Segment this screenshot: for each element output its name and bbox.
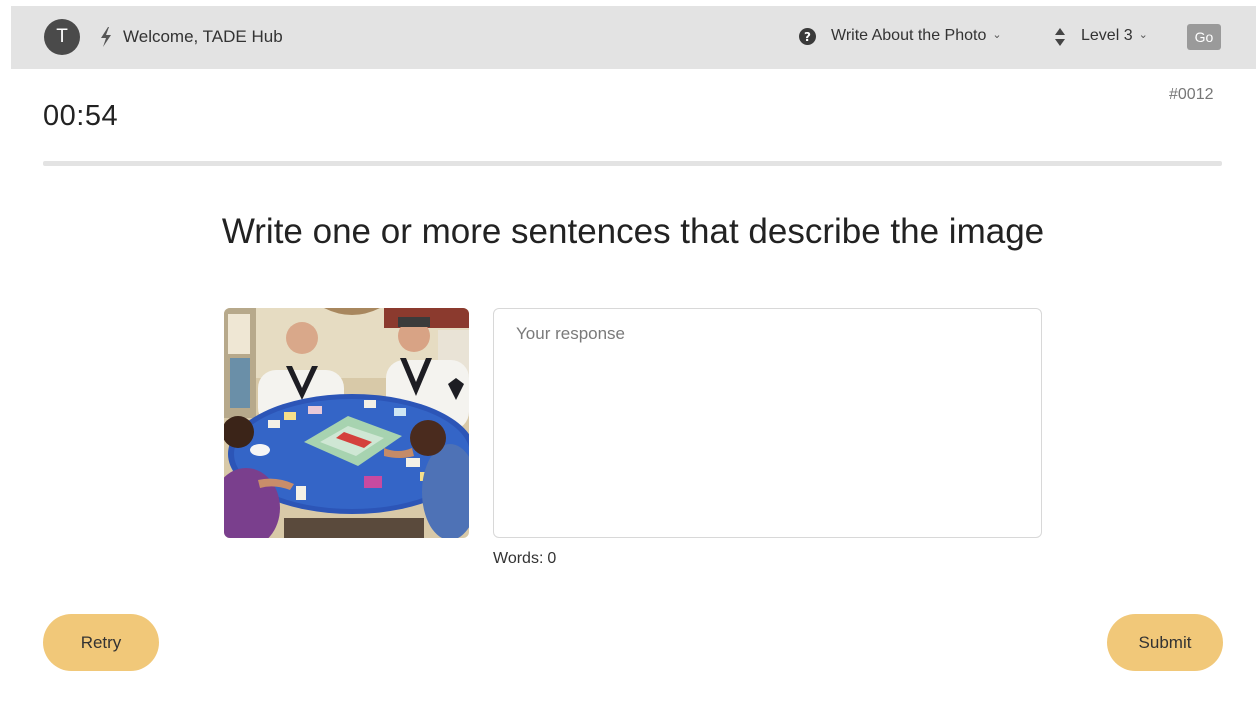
level-select[interactable]: Level 3 ⌄ bbox=[1081, 27, 1148, 45]
task-photo bbox=[224, 308, 469, 538]
progress-bar bbox=[43, 161, 1222, 166]
chevron-down-icon: ⌄ bbox=[992, 29, 1002, 41]
word-count-label: Words: bbox=[493, 550, 544, 567]
svg-text:?: ? bbox=[804, 30, 811, 44]
level-value: Level 3 bbox=[1081, 27, 1133, 44]
question-circle-icon[interactable]: ? bbox=[799, 28, 816, 45]
word-count-value: 0 bbox=[547, 550, 557, 567]
countdown-timer: 00:54 bbox=[43, 100, 119, 132]
task-photo-image bbox=[224, 308, 469, 538]
retry-button[interactable]: Retry bbox=[43, 614, 159, 671]
go-button[interactable]: Go bbox=[1187, 24, 1221, 50]
word-count: Words: 0 bbox=[493, 550, 556, 568]
page: T Welcome, TADE Hub ? Write About the Ph… bbox=[0, 0, 1256, 702]
task-type-value: Write About the Photo bbox=[831, 27, 987, 44]
task-prompt: Write one or more sentences that describ… bbox=[221, 212, 1045, 251]
item-id: #0012 bbox=[1169, 86, 1214, 103]
task-type-select[interactable]: Write About the Photo ⌄ bbox=[831, 27, 1002, 45]
sort-arrows-icon bbox=[1055, 28, 1065, 46]
welcome-text: Welcome, TADE Hub bbox=[123, 27, 283, 46]
top-nav-bar: T Welcome, TADE Hub ? Write About the Ph… bbox=[11, 6, 1256, 69]
response-textarea[interactable] bbox=[493, 308, 1042, 538]
avatar[interactable]: T bbox=[44, 19, 80, 55]
lightning-bolt-icon bbox=[101, 27, 111, 47]
chevron-down-icon: ⌄ bbox=[1138, 29, 1148, 41]
submit-button[interactable]: Submit bbox=[1107, 614, 1223, 671]
